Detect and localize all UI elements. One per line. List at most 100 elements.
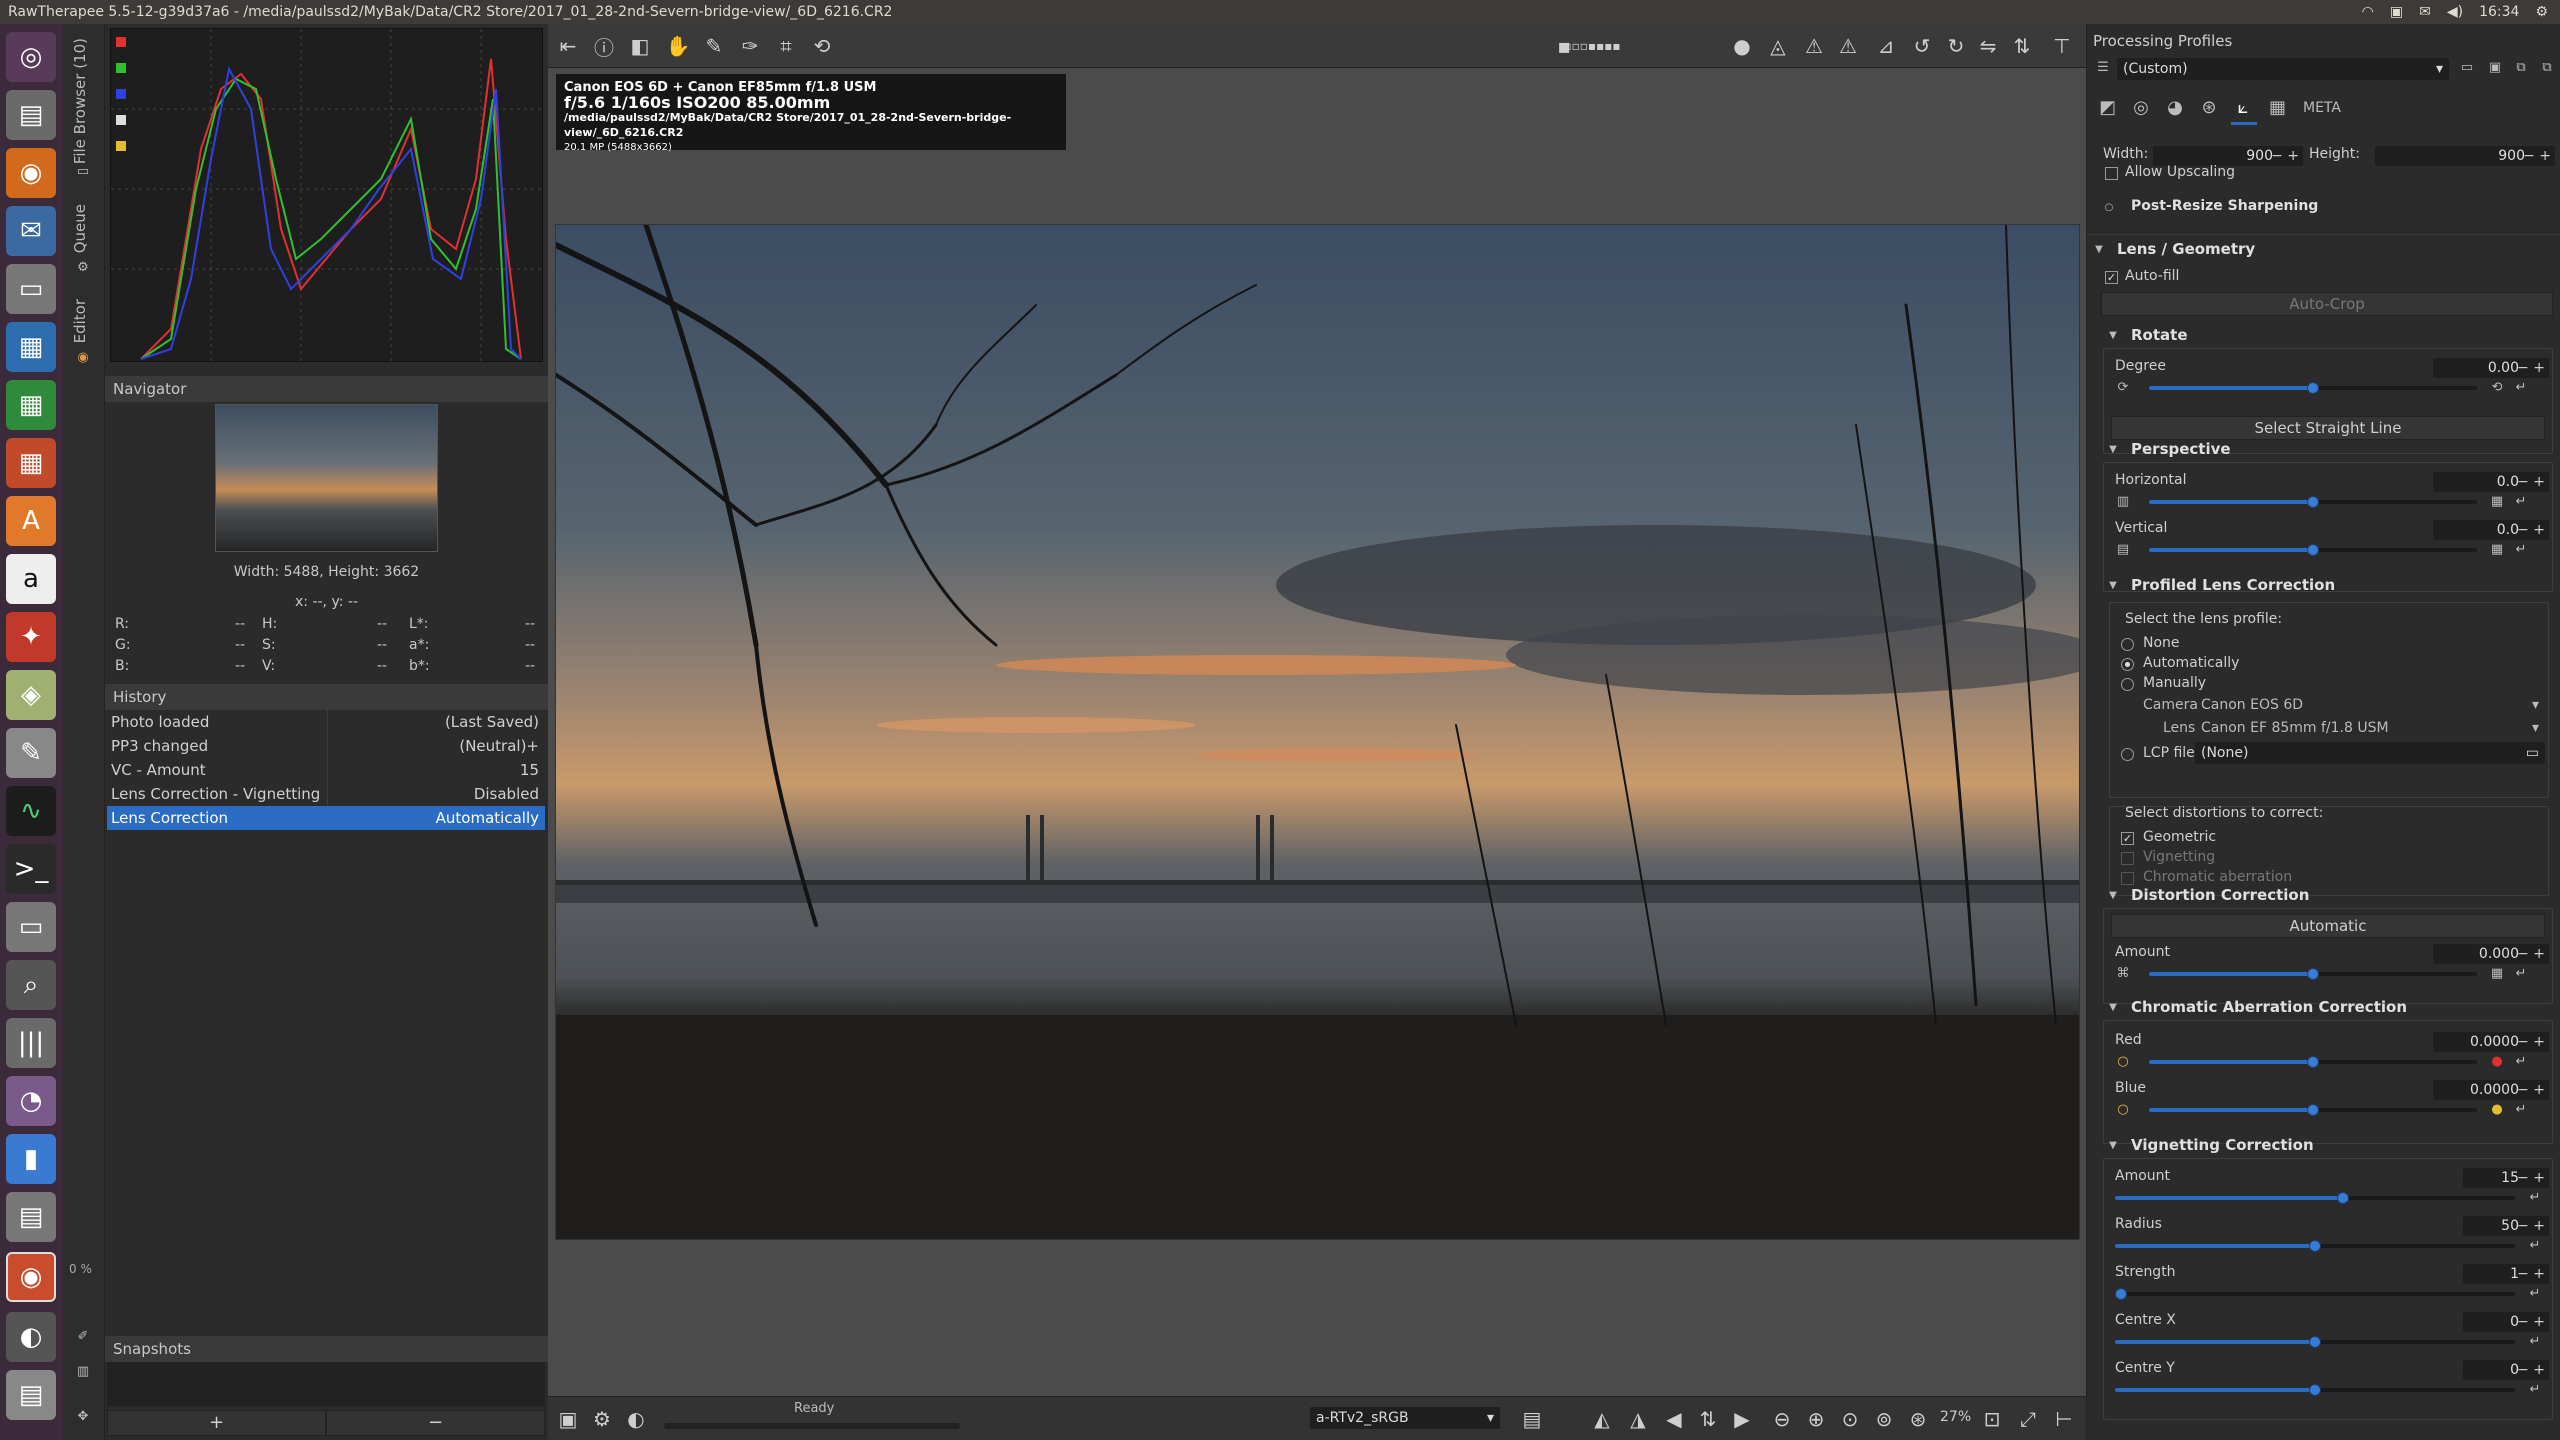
toggle-icon[interactable]: ○	[2101, 200, 2117, 216]
camera-select[interactable]: Canon EOS 6D ▾	[2195, 694, 2545, 716]
edit-icon[interactable]: ↵	[2513, 494, 2529, 510]
gamut-check-icon[interactable]: ◮	[1624, 1405, 1652, 1433]
metadata-tab-icon[interactable]: META	[2303, 100, 2341, 116]
luminance-toggle[interactable]	[116, 115, 126, 125]
copy-profile-icon[interactable]: ⧉	[2513, 60, 2529, 76]
edit-icon[interactable]: ↵	[2527, 1190, 2543, 1206]
raw-tab-icon[interactable]: ▦	[2269, 99, 2286, 117]
photo-preview[interactable]	[555, 224, 2080, 1240]
select-straight-line-button[interactable]: Select Straight Line	[2111, 416, 2545, 440]
disk-usage-icon[interactable]: ◔	[6, 1076, 56, 1126]
expand-arrow-icon[interactable]: ▼	[2105, 888, 2121, 904]
paste-profile-icon[interactable]: ⧉	[2539, 60, 2555, 76]
history-row-selected[interactable]: Lens Correction Automatically	[107, 806, 545, 830]
history-row[interactable]: VC - Amount 15	[107, 758, 545, 782]
chromatic-aberration-checkbox[interactable]	[2121, 872, 2134, 885]
white-balance-picker-icon[interactable]: ✎	[700, 32, 728, 60]
keyboard-icon[interactable]: ▣	[2390, 0, 2403, 24]
expand-arrow-icon[interactable]: ▼	[2105, 578, 2121, 594]
hide-right-panel-icon[interactable]: ⊤	[2048, 32, 2076, 60]
profile-list-icon[interactable]: ☰	[2095, 60, 2111, 76]
edit-icon[interactable]: ↵	[2513, 1054, 2529, 1070]
info-icon[interactable]: ⓘ	[590, 32, 618, 60]
wifi-icon[interactable]: ◠	[2362, 0, 2374, 24]
snapshots-header[interactable]: Snapshots	[105, 1336, 548, 1362]
lens-profile-none-radio[interactable]	[2121, 638, 2134, 651]
previous-image-icon[interactable]: ◀	[1660, 1405, 1688, 1433]
hand-tool-icon[interactable]: ✋	[664, 32, 692, 60]
plus-minus-icon[interactable]: − +	[2517, 520, 2545, 540]
color-picker-icon[interactable]: ✐	[75, 1329, 91, 1345]
geometric-checkbox[interactable]: ✓	[2121, 832, 2134, 845]
thermometer-icon[interactable]: ▮	[6, 1134, 56, 1184]
zoom-in-icon[interactable]: ⊕	[1802, 1405, 1830, 1433]
ca-blue-input[interactable]: 0.0000− +	[2433, 1080, 2549, 1100]
distortion-correction-header[interactable]: Distortion Correction	[2131, 886, 2309, 904]
zoom-fit-crop-icon[interactable]: ⊚	[1870, 1405, 1898, 1433]
vc-radius-input[interactable]: 50− +	[2463, 1216, 2549, 1236]
plus-minus-icon[interactable]: − +	[2517, 472, 2545, 492]
scanner-icon[interactable]: ▤	[6, 1370, 56, 1420]
allow-upscaling-checkbox[interactable]	[2105, 167, 2118, 180]
rawtherapee-icon[interactable]: ◉	[6, 1252, 56, 1302]
plus-minus-icon[interactable]: − +	[2523, 146, 2551, 166]
rotate-header[interactable]: Rotate	[2131, 326, 2188, 344]
software-center-icon[interactable]: A	[6, 496, 56, 546]
plus-minus-icon[interactable]: − +	[2517, 1216, 2545, 1236]
expand-arrow-icon[interactable]: ▼	[2105, 328, 2121, 344]
post-resize-sharpening-header[interactable]: Post-Resize Sharpening	[2131, 198, 2318, 214]
red-channel-toggle[interactable]	[116, 37, 126, 47]
profiled-lens-correction-header[interactable]: Profiled Lens Correction	[2131, 576, 2335, 594]
grid-icon[interactable]: ▦	[2489, 542, 2505, 558]
height-input[interactable]: 900− +	[2375, 146, 2555, 166]
lcp-file-radio[interactable]	[2121, 748, 2134, 761]
plus-minus-icon[interactable]: − +	[2517, 1032, 2545, 1052]
lens-profile-auto-radio[interactable]	[2121, 658, 2134, 671]
vignetting-checkbox[interactable]	[2121, 852, 2134, 865]
new-detail-window-icon[interactable]: ⊡	[1978, 1405, 2006, 1433]
automatic-distortion-button[interactable]: Automatic	[2111, 914, 2545, 938]
history-row[interactable]: Photo loaded (Last Saved)	[107, 710, 545, 734]
vc-centre-y-slider[interactable]	[2115, 1384, 2515, 1396]
before-after-icon[interactable]: ◧	[626, 32, 654, 60]
soft-proof-icon[interactable]: ◭	[1588, 1405, 1616, 1433]
chroma-toggle[interactable]	[116, 141, 126, 151]
rotate-right-icon[interactable]: ↻	[1942, 32, 1970, 60]
vc-radius-slider[interactable]	[2115, 1240, 2515, 1252]
ca-red-input[interactable]: 0.0000− +	[2433, 1032, 2549, 1052]
lcp-file-chooser[interactable]: (None) ▭	[2195, 742, 2545, 764]
horizontal-slider[interactable]	[2149, 496, 2477, 508]
lens-select[interactable]: Canon EF 85mm f/1.8 USM ▾	[2195, 717, 2545, 739]
settings-gear-icon[interactable]: ⚙	[2535, 0, 2548, 24]
plus-minus-icon[interactable]: − +	[2517, 1264, 2545, 1284]
tab-file-browser[interactable]: File Browser (10)	[71, 38, 89, 164]
edit-icon[interactable]: ↵	[2527, 1382, 2543, 1398]
system-monitor-icon[interactable]: ∿	[6, 786, 56, 836]
search-tool-icon[interactable]: ⌕	[6, 960, 56, 1010]
zoom-out-icon[interactable]: ⊖	[1768, 1405, 1796, 1433]
move-icon[interactable]: ✥	[75, 1409, 91, 1425]
perspective-header[interactable]: Perspective	[2131, 440, 2231, 458]
plus-minus-icon[interactable]: − +	[2517, 1080, 2545, 1100]
flip-horizontal-icon[interactable]: ⇋	[1974, 32, 2002, 60]
toggle-panels-icon[interactable]: ⊢	[2050, 1405, 2078, 1433]
edit-icon[interactable]: ↵	[2513, 380, 2529, 396]
writer-icon[interactable]: ▦	[6, 322, 56, 372]
plus-minus-icon[interactable]: − +	[2517, 1168, 2545, 1188]
grid-icon[interactable]: ▦	[2489, 494, 2505, 510]
vertical-slider[interactable]	[2149, 544, 2477, 556]
expand-arrow-icon[interactable]: ▼	[2105, 1138, 2121, 1154]
output-profile-select[interactable]: a-RTv2_sRGB ▾	[1310, 1407, 1500, 1429]
save-profile-icon[interactable]: ▣	[2487, 60, 2503, 76]
blue-channel-toggle[interactable]	[116, 89, 126, 99]
warning-icon[interactable]: ⚠	[1800, 32, 1828, 60]
hide-left-panel-icon[interactable]: ⇤	[554, 32, 582, 60]
filmstrip-icon[interactable]: ▥	[75, 1364, 91, 1380]
lens-geometry-header[interactable]: Lens / Geometry	[2117, 240, 2255, 258]
terminal-icon[interactable]: >_	[6, 844, 56, 894]
history-row[interactable]: Lens Correction - Vignetting Disabled	[107, 782, 545, 806]
drive-icon[interactable]: ▭	[6, 264, 56, 314]
vc-amount-slider[interactable]	[2115, 1192, 2515, 1204]
save-icon[interactable]: ▣	[554, 1405, 582, 1433]
thunderbird-icon[interactable]: ✉	[6, 206, 56, 256]
